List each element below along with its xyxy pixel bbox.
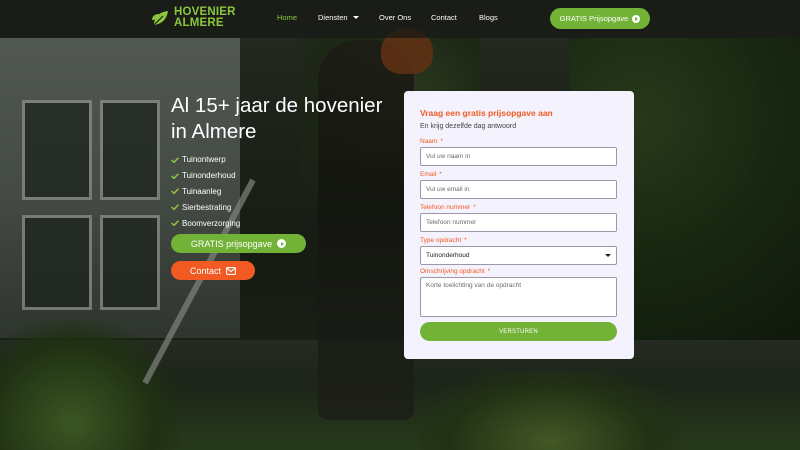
arrow-circle-icon: [632, 14, 641, 23]
site-logo[interactable]: HOVENIER ALMERE: [151, 6, 236, 29]
top-navigation: HOVENIER ALMERE Home Diensten Over Ons C…: [0, 0, 800, 38]
chevron-down-icon: [605, 254, 611, 257]
telefoon-input[interactable]: Telefoon nummer: [420, 213, 617, 232]
chevron-down-icon: [352, 16, 359, 19]
check-icon: [171, 220, 179, 227]
submit-button[interactable]: VERSTUREN: [420, 322, 617, 341]
email-label: Email *: [420, 171, 442, 178]
services-list: Tuinontwerp Tuinonderhoud Tuinaanleg Sie…: [171, 152, 240, 231]
check-icon: [171, 172, 179, 179]
nav-quote-button[interactable]: GRATIS Prijsopgave: [550, 8, 650, 29]
naam-label: Naam *: [420, 138, 443, 145]
nav-item-diensten[interactable]: Diensten: [318, 13, 359, 22]
nav-item-over-ons[interactable]: Over Ons: [379, 13, 411, 22]
type-select[interactable]: Tuinonderhoud: [420, 246, 617, 265]
nav-item-contact[interactable]: Contact: [431, 13, 457, 22]
service-item: Tuinonderhoud: [171, 168, 240, 184]
nav-item-blogs[interactable]: Blogs: [479, 13, 498, 22]
arrow-circle-icon: [277, 239, 287, 248]
quote-form-card: Vraag een gratis prijsopgave aan En krij…: [404, 91, 634, 359]
check-icon: [171, 157, 179, 163]
hero-background-image: [0, 0, 800, 450]
check-icon: [171, 188, 179, 195]
omschrijving-label: Omschrijving opdracht *: [420, 268, 491, 275]
logo-line-2: ALMERE: [174, 17, 224, 29]
type-label: Type opdracht *: [420, 237, 467, 244]
hero-title: Al 15+ jaar de hovenier in Almere: [171, 94, 383, 143]
service-item: Tuinontwerp: [171, 152, 240, 168]
hero-contact-button[interactable]: Contact: [171, 261, 255, 280]
telefoon-label: Telefoon nummer *: [420, 204, 476, 211]
omschrijving-textarea[interactable]: Korte toelichting van de opdracht: [420, 277, 617, 317]
nav-item-home[interactable]: Home: [277, 13, 297, 22]
service-item: Tuinaanleg: [171, 184, 240, 200]
naam-input[interactable]: Vul uw naam in: [420, 147, 617, 166]
check-icon: [171, 204, 179, 211]
form-subtitle: En krijg dezelfde dag antwoord: [420, 123, 517, 130]
service-item: Boomverzorging: [171, 215, 240, 231]
email-input[interactable]: Vul uw email in: [420, 180, 617, 199]
leaf-logo-icon: [152, 11, 168, 26]
envelope-icon: [226, 266, 236, 275]
form-title: Vraag een gratis prijsopgave aan: [420, 108, 553, 118]
hero-quote-button[interactable]: GRATIS prijsopgave: [171, 234, 306, 253]
service-item: Sierbestrating: [171, 199, 240, 215]
